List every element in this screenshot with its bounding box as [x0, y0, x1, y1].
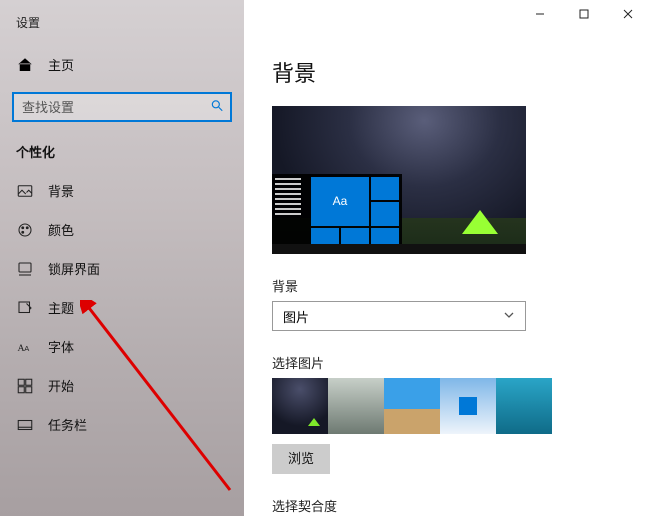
picture-thumbnails — [272, 378, 622, 434]
home-button[interactable]: 主页 — [0, 47, 244, 82]
sidebar-item-label: 开始 — [48, 376, 74, 395]
lockscreen-icon — [16, 260, 34, 278]
fit-label: 选择契合度 — [272, 496, 622, 515]
home-icon — [16, 56, 34, 74]
sidebar-item-colors[interactable]: 颜色 — [0, 210, 244, 249]
picture-thumb[interactable] — [496, 378, 552, 434]
picture-thumb[interactable] — [384, 378, 440, 434]
taskbar-icon — [16, 416, 34, 434]
picture-thumb[interactable] — [328, 378, 384, 434]
sidebar-item-lockscreen[interactable]: 锁屏界面 — [0, 249, 244, 288]
preview-tile-aa: Aa — [311, 177, 369, 226]
sidebar-item-start[interactable]: 开始 — [0, 366, 244, 405]
sidebar-item-label: 字体 — [48, 337, 74, 356]
page-title: 背景 — [272, 56, 622, 88]
background-type-label: 背景 — [272, 276, 622, 295]
app-title: 设置 — [0, 10, 244, 47]
maximize-button[interactable] — [562, 0, 606, 28]
sidebar-item-label: 背景 — [48, 181, 74, 200]
dropdown-value: 图片 — [283, 307, 309, 326]
sidebar-item-label: 锁屏界面 — [48, 259, 100, 278]
desktop-preview: Aa — [272, 106, 526, 254]
sidebar: 设置 主页 个性化 背景 颜色 锁屏界面 主题 AA 字体 开始 — [0, 0, 244, 516]
section-label: 个性化 — [0, 136, 244, 171]
sidebar-item-background[interactable]: 背景 — [0, 171, 244, 210]
start-icon — [16, 377, 34, 395]
sidebar-item-taskbar[interactable]: 任务栏 — [0, 405, 244, 444]
background-type-dropdown[interactable]: 图片 — [272, 301, 526, 331]
picture-icon — [16, 182, 34, 200]
picture-thumb[interactable] — [272, 378, 328, 434]
preview-taskbar — [272, 244, 526, 254]
sidebar-item-themes[interactable]: 主题 — [0, 288, 244, 327]
themes-icon — [16, 299, 34, 317]
fonts-icon: AA — [16, 338, 34, 356]
browse-button[interactable]: 浏览 — [272, 444, 330, 474]
chevron-down-icon — [503, 309, 515, 324]
sidebar-item-fonts[interactable]: AA 字体 — [0, 327, 244, 366]
main-pane: 背景 Aa 背景 图片 选择图片 — [244, 0, 650, 516]
palette-icon — [16, 221, 34, 239]
sidebar-item-label: 主题 — [48, 298, 74, 317]
close-button[interactable] — [606, 0, 650, 28]
sidebar-item-label: 颜色 — [48, 220, 74, 239]
preview-start-panel: Aa — [272, 174, 402, 254]
svg-text:A: A — [24, 343, 29, 352]
sidebar-item-label: 任务栏 — [48, 415, 87, 434]
choose-picture-label: 选择图片 — [272, 353, 622, 372]
minimize-button[interactable] — [518, 0, 562, 28]
titlebar — [518, 0, 650, 28]
search-container — [12, 92, 232, 122]
search-input[interactable] — [12, 92, 232, 122]
home-label: 主页 — [48, 55, 74, 74]
svg-text:A: A — [18, 342, 25, 353]
picture-thumb[interactable] — [440, 378, 496, 434]
